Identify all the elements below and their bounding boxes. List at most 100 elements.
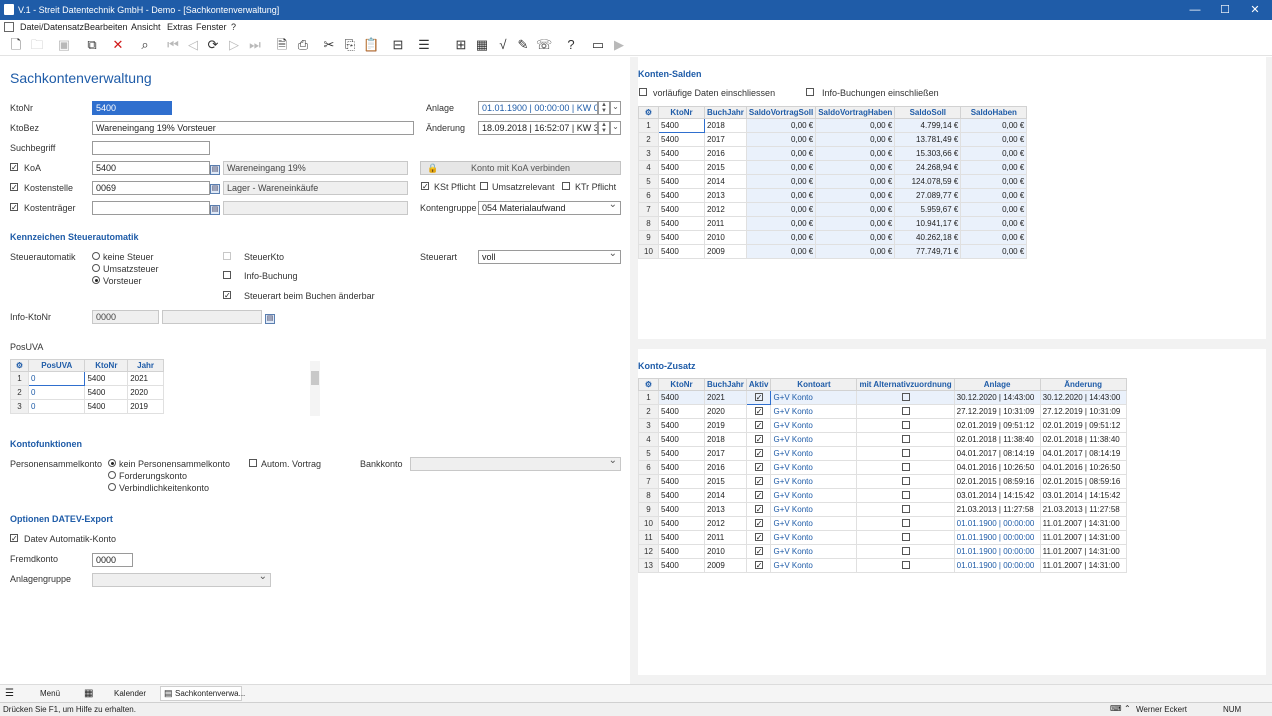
koa-checkbox[interactable]: ✓: [10, 163, 18, 172]
table-row[interactable]: 2 0 5400 2020: [10, 385, 164, 400]
menu-fenster[interactable]: Fenster: [196, 22, 227, 32]
col-alternativzuordnung[interactable]: mit Alternativzuordnung: [856, 378, 955, 391]
menu-list-icon[interactable]: ☰: [5, 688, 14, 699]
archive-icon[interactable]: ⊟: [390, 37, 406, 53]
koa-input[interactable]: 5400: [92, 161, 210, 175]
kostenstelle-input[interactable]: 0069: [92, 181, 210, 195]
vorlaeufig-checkbox[interactable]: [639, 88, 647, 96]
table-row[interactable]: 2 5400 2017 0,00 €0,00 €13.781,49 €0,00 €: [638, 132, 1028, 147]
steuerart-aenderbar-checkbox[interactable]: ✓: [223, 291, 231, 300]
radio-verbindlichkeitenkonto[interactable]: [108, 483, 116, 491]
table-row[interactable]: 13 5400 2009 ✓ G+V Konto 01.01.1900 | 00:00:0…: [638, 558, 1127, 573]
table-row[interactable]: 3 5400 2016 0,00 €0,00 €15.303,66 €0,00 €: [638, 146, 1028, 161]
video-icon[interactable]: ▶: [611, 37, 627, 53]
monitor-icon[interactable]: ▭: [590, 37, 606, 53]
kostentraeger-picker-icon[interactable]: ▤: [210, 205, 220, 215]
taskbar-menu[interactable]: Menü: [40, 689, 60, 698]
anlage-spinner[interactable]: ▲ ▼: [598, 101, 610, 115]
umsatzrelevant-checkbox[interactable]: [480, 182, 488, 190]
alternativzuordnung-checkbox[interactable]: [856, 474, 955, 489]
col-posuva[interactable]: PosUVA: [27, 359, 86, 372]
table-row[interactable]: 1 0 5400 2021: [10, 371, 164, 386]
info-buchung-checkbox[interactable]: [223, 271, 231, 279]
calculator-icon[interactable]: ▦: [474, 37, 490, 53]
col-saldosoll[interactable]: SaldoSoll: [894, 106, 962, 119]
kostenstelle-checkbox[interactable]: ✓: [10, 183, 18, 192]
steuerkto-checkbox[interactable]: [223, 252, 231, 260]
col-buchjahr[interactable]: BuchJahr: [704, 378, 747, 391]
aktiv-checkbox[interactable]: ✓: [745, 460, 772, 475]
table-row[interactable]: 8 5400 2011 0,00 €0,00 €10.941,17 €0,00 €: [638, 216, 1028, 231]
radio-keine-steuer[interactable]: [92, 252, 100, 260]
table-row[interactable]: 1 5400 2021 ✓ G+V Konto 30.12.2020 | 14:43:00…: [638, 390, 1127, 405]
suchbegriff-input[interactable]: [92, 141, 210, 155]
aktiv-checkbox[interactable]: ✓: [745, 474, 772, 489]
table-row[interactable]: 12 5400 2010 ✓ G+V Konto 01.01.1900 | 00:00:0…: [638, 544, 1127, 559]
new-icon[interactable]: 🗋: [8, 37, 24, 53]
fremdkonto-input[interactable]: 0000: [92, 553, 133, 567]
table-icon[interactable]: ⊞: [453, 37, 469, 53]
kst-pflicht-checkbox[interactable]: ✓: [421, 182, 429, 191]
anlage-calendar-dropdown[interactable]: ⌄: [610, 101, 621, 115]
info-buchungen-checkbox[interactable]: [806, 88, 814, 96]
phone-icon[interactable]: ☏: [536, 37, 552, 53]
kostentraeger-input[interactable]: [92, 201, 210, 215]
aktiv-checkbox[interactable]: ✓: [745, 502, 772, 517]
last-record-icon[interactable]: ⏭: [247, 37, 263, 53]
datev-automatik-checkbox[interactable]: ✓: [10, 534, 18, 543]
alternativzuordnung-checkbox[interactable]: [856, 460, 955, 475]
posuva-scrollbar[interactable]: [310, 361, 320, 416]
taskbar-kalender[interactable]: Kalender: [114, 689, 146, 698]
radio-umsatzsteuer[interactable]: [92, 264, 100, 272]
search-record-icon[interactable]: ⌕: [137, 37, 153, 53]
open-icon[interactable]: 🗀: [29, 37, 45, 53]
table-row[interactable]: 1 5400 2018 0,00 €0,00 €4.799,14 €0,00 €: [638, 118, 1028, 133]
aktiv-checkbox[interactable]: ✓: [745, 446, 772, 461]
aktiv-checkbox[interactable]: ✓: [745, 558, 772, 573]
aktiv-checkbox[interactable]: ✓: [745, 390, 772, 405]
aktiv-checkbox[interactable]: ✓: [745, 432, 772, 447]
anlage-datetime[interactable]: 01.01.1900 | 00:00:00 | KW 01: [478, 101, 598, 115]
aktiv-checkbox[interactable]: ✓: [745, 544, 772, 559]
table-row[interactable]: 2 5400 2020 ✓ G+V Konto 27.12.2019 | 10:31:09…: [638, 404, 1127, 419]
formula-icon[interactable]: √: [495, 37, 511, 53]
close-button[interactable]: ✕: [1240, 0, 1270, 20]
autom-vortrag-checkbox[interactable]: [249, 459, 257, 467]
paste-icon[interactable]: 📋: [363, 37, 379, 53]
aenderung-datetime[interactable]: 18.09.2018 | 16:52:07 | KW 38: [478, 121, 598, 135]
ktr-pflicht-checkbox[interactable]: [562, 182, 570, 190]
aktiv-checkbox[interactable]: ✓: [745, 404, 772, 419]
table-row[interactable]: 9 5400 2013 ✓ G+V Konto 21.03.2013 | 11:27:58…: [638, 502, 1127, 517]
table-row[interactable]: 6 5400 2016 ✓ G+V Konto 04.01.2016 | 10:26:50…: [638, 460, 1127, 475]
info-ktonr-picker-icon[interactable]: ▤: [265, 314, 275, 324]
menu-ansicht[interactable]: Ansicht: [131, 22, 161, 32]
aenderung-spinner[interactable]: ▲ ▼: [598, 121, 610, 135]
list-dropdown-icon[interactable]: ☰: [416, 37, 432, 53]
col-saldovortragsoll[interactable]: SaldoVortragSoll: [745, 106, 817, 119]
refresh-icon[interactable]: ⟳: [205, 37, 221, 53]
table-row[interactable]: 8 5400 2014 ✓ G+V Konto 03.01.2014 | 14:15:42…: [638, 488, 1127, 503]
notes-icon[interactable]: ✎: [515, 37, 531, 53]
koa-picker-icon[interactable]: ▤: [210, 165, 220, 175]
info-ktonr-input[interactable]: 0000: [92, 310, 159, 324]
prev-record-icon[interactable]: ◁: [185, 37, 201, 53]
chevron-up-icon[interactable]: ⌃: [1124, 704, 1131, 713]
aktiv-checkbox[interactable]: ✓: [745, 488, 772, 503]
koa-connect-button[interactable]: 🔒 Konto mit KoA verbinden: [420, 161, 621, 175]
table-row[interactable]: 11 5400 2011 ✓ G+V Konto 01.01.1900 | 00:00:0…: [638, 530, 1127, 545]
maximize-button[interactable]: ☐: [1210, 0, 1240, 20]
doc-menu-icon[interactable]: [4, 22, 14, 32]
alternativzuordnung-checkbox[interactable]: [856, 544, 955, 559]
col-kontoart[interactable]: Kontoart: [770, 378, 858, 391]
grid-settings-icon[interactable]: ⚙: [10, 359, 29, 372]
next-record-icon[interactable]: ▷: [226, 37, 242, 53]
radio-kein-personensammelkonto[interactable]: [108, 459, 116, 467]
menu-bearbeiten[interactable]: Bearbeiten: [84, 22, 128, 32]
alternativzuordnung-checkbox[interactable]: [856, 502, 955, 517]
kontengruppe-select[interactable]: 054 Materialaufwand: [478, 201, 621, 215]
aenderung-calendar-dropdown[interactable]: ⌄: [610, 121, 621, 135]
table-row[interactable]: 5 5400 2014 0,00 €0,00 €124.078,59 €0,00 €: [638, 174, 1028, 189]
minimize-button[interactable]: —: [1180, 0, 1210, 20]
alternativzuordnung-checkbox[interactable]: [856, 390, 955, 405]
copy-icon[interactable]: ⎘: [342, 37, 358, 53]
